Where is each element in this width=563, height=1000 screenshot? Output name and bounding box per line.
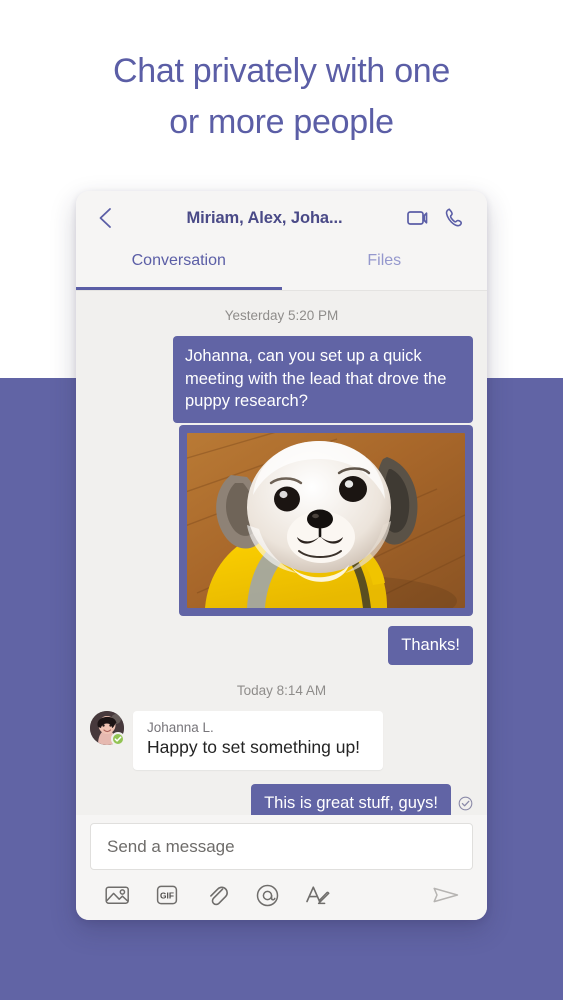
tab-files-label: Files (367, 252, 402, 269)
gif-icon: GIF (156, 885, 178, 905)
message-status (458, 796, 473, 811)
presence-badge-available (111, 732, 125, 746)
message-row: Johanna, can you set up a quick meeting … (90, 336, 473, 423)
format-text-icon (306, 886, 330, 905)
message-row: Johanna L. Happy to set something up! (90, 711, 473, 770)
message-composer: GIF (76, 815, 487, 920)
message-row: Thanks! (90, 625, 473, 665)
active-tab-indicator (76, 287, 282, 290)
tab-files[interactable]: Files (282, 245, 488, 290)
puppy-photo-illustration (187, 432, 465, 608)
message-sender-name: Johanna L. (147, 720, 214, 735)
outgoing-message-bubble[interactable]: This is great stuff, guys! (251, 784, 451, 815)
message-row: This is great stuff, guys! (90, 784, 473, 815)
check-circle-icon (458, 796, 473, 811)
mention-button[interactable] (242, 880, 292, 910)
send-icon (433, 887, 459, 903)
insert-gif-button[interactable]: GIF (142, 880, 192, 910)
timestamp-divider: Today 8:14 AM (236, 683, 327, 698)
outgoing-message-bubble[interactable]: Thanks! (388, 625, 473, 665)
attach-file-button[interactable] (192, 880, 242, 910)
chevron-left-icon (99, 208, 111, 228)
image-icon (104, 886, 129, 904)
format-text-button[interactable] (292, 880, 342, 910)
page-headline: Chat privately with one or more people (0, 46, 563, 148)
attachment-icon (210, 886, 228, 906)
timestamp-divider: Yesterday 5:20 PM (224, 308, 339, 323)
tab-conversation[interactable]: Conversation (76, 245, 282, 290)
tab-conversation-label: Conversation (131, 252, 226, 269)
chat-card: Miriam, Alex, Joha... Conversation Files (76, 191, 487, 920)
puppy-photo[interactable] (187, 432, 465, 608)
avatar[interactable] (90, 711, 125, 746)
message-row (90, 423, 473, 616)
message-input[interactable] (90, 823, 473, 870)
video-call-button[interactable] (403, 203, 437, 233)
incoming-message-text: Happy to set something up! (147, 737, 361, 757)
phone-icon (445, 208, 463, 227)
outgoing-message-bubble[interactable]: Johanna, can you set up a quick meeting … (173, 336, 473, 423)
composer-toolbar: GIF (90, 880, 473, 910)
video-camera-icon (407, 211, 428, 225)
chat-header: Miriam, Alex, Joha... (76, 191, 487, 245)
mention-icon (256, 884, 278, 906)
screenshot-root: Chat privately with one or more people M… (0, 0, 563, 1000)
chat-tabs: Conversation Files (76, 245, 487, 291)
insert-image-button[interactable] (92, 880, 142, 910)
outgoing-image-bubble[interactable] (179, 424, 473, 616)
svg-text:GIF: GIF (160, 891, 174, 901)
headline-line-1: Chat privately with one (112, 52, 451, 90)
headline-line-2: or more people (169, 103, 394, 141)
incoming-message-bubble[interactable]: Johanna L. Happy to set something up! (133, 711, 383, 770)
conversation-list[interactable]: Yesterday 5:20 PM Johanna, can you set u… (76, 291, 487, 815)
chat-title: Miriam, Alex, Joha... (186, 208, 343, 227)
check-icon (114, 736, 122, 742)
audio-call-button[interactable] (437, 203, 471, 233)
back-button[interactable] (90, 203, 120, 233)
send-button[interactable] (421, 880, 471, 910)
